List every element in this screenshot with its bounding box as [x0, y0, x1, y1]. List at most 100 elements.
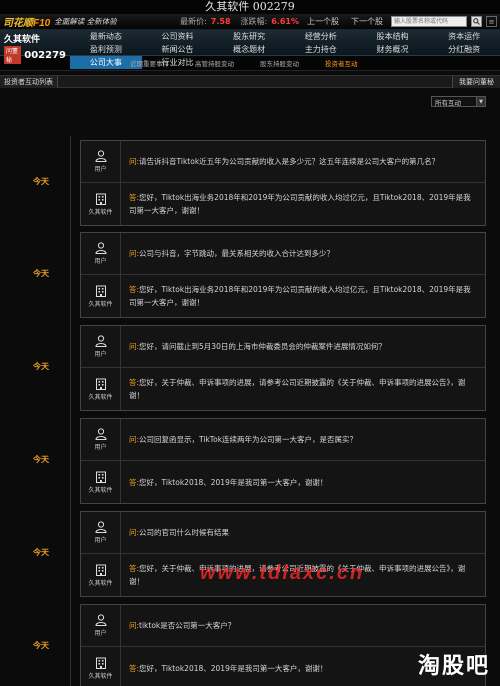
nav-dividends[interactable]: 分红融资 [428, 43, 500, 56]
qa-item: 用户 问:您好，请问截止到5月30日的上海市仲裁委员会的仲裁案件进展情况如何？ … [80, 325, 486, 411]
subnav-recent-events[interactable]: 近期重要事件 [130, 58, 169, 68]
subnav-executive-holdings[interactable]: 高管持股变动 [195, 58, 234, 68]
nav-news[interactable]: 新闻公告 [142, 43, 214, 56]
item-date: 今天 [33, 177, 49, 186]
nav-earnings-forecast[interactable]: 盈利预测 [70, 43, 142, 56]
subnav-shareholder-holdings[interactable]: 股东持股变动 [260, 58, 299, 68]
quote-area: 最新价: 7.58 涨跌幅: 6.61% 上一个股 下一个股 ≡ [180, 16, 497, 27]
questioner: 用户 [81, 233, 121, 274]
stock-nav-row: 久其软件 问董秘 002279 最新动态 公司资料 股东研究 经营分析 股本结构… [0, 30, 500, 69]
chevron-down-icon: ▼ [476, 97, 485, 106]
nav-capital-structure[interactable]: 股本结构 [357, 30, 429, 43]
latest-price-label: 最新价: [180, 17, 207, 26]
interaction-filter-select[interactable]: 所有互动 ▼ [431, 96, 486, 107]
item-date: 今天 [33, 269, 49, 278]
search-icon [473, 18, 480, 25]
nav-financials[interactable]: 财务概况 [357, 43, 429, 56]
building-icon [95, 285, 106, 297]
building-icon [95, 378, 106, 390]
nav-institutional-holdings[interactable]: 主力持仓 [285, 43, 357, 56]
user-icon [94, 335, 107, 347]
answerer: 久其软件 [81, 461, 121, 503]
stock-code: 002279 [24, 49, 66, 61]
user-icon [94, 521, 107, 533]
nav-concepts[interactable]: 概念题材 [213, 43, 285, 56]
item-date: 今天 [33, 455, 49, 464]
answer-text: 答:您好，关于仲裁、申诉事项的进展，请参考公司近期披露的《关于仲裁、申诉事项的进… [129, 378, 466, 400]
answerer-role: 久其软件 [88, 393, 113, 401]
search-input[interactable] [391, 16, 467, 27]
building-icon [95, 657, 106, 669]
stock-name: 久其软件 [4, 35, 41, 45]
logo-text: 司花顺 [3, 18, 33, 29]
answerer-role: 久其软件 [88, 579, 113, 587]
qa-item: 用户 问:公司回复函显示，TikTok连续两年为公司第一大客户，是否属实？ 久其… [80, 418, 486, 504]
questioner: 用户 [81, 419, 121, 460]
answerer: 久其软件 [81, 275, 121, 317]
site-watermark: 淘股吧 [417, 654, 490, 679]
user-icon [94, 614, 107, 626]
answerer: 久其软件 [81, 554, 121, 596]
nav-operations[interactable]: 经营分析 [285, 30, 357, 43]
questioner-role: 用户 [94, 537, 107, 544]
main-nav: 最新动态 公司资料 股东研究 经营分析 股本结构 资本运作 盈利预测 新闻公告 … [70, 30, 500, 69]
change-label: 涨跌幅: [240, 17, 268, 26]
search-button[interactable] [471, 16, 482, 27]
question-text: 问:公司与抖音，字节跳动，最关系相关的收入合计达到多少？ [129, 249, 335, 258]
latest-price-value: 7.58 [210, 17, 231, 26]
question-text: 问:请告诉抖音Tiktok近五年为公司贡献的收入是多少元？这五年连续是公司大客户… [129, 157, 440, 166]
watermark: www.tdlaxc.cn [200, 562, 365, 584]
subnav-investor-interaction[interactable]: 投资者互动 [325, 58, 358, 68]
change-value: 6.61% [271, 17, 299, 26]
ask-secretary-button[interactable]: 我要问董秘 [452, 75, 500, 88]
questioner-role: 用户 [94, 351, 107, 358]
item-date: 今天 [33, 641, 49, 650]
questioner-role: 用户 [94, 630, 107, 637]
nav-company-profile[interactable]: 公司资料 [142, 30, 214, 43]
user-icon [94, 150, 107, 162]
answerer: 久其软件 [81, 368, 121, 410]
prev-stock-button[interactable]: 上一个股 [303, 16, 343, 27]
item-date: 今天 [33, 548, 49, 557]
qa-item: 用户 问:公司与抖音，字节跳动，最关系相关的收入合计达到多少？ 久其软件 答:您… [80, 232, 486, 318]
building-icon [95, 564, 106, 576]
questioner-role: 用户 [94, 444, 107, 451]
answerer-role: 久其软件 [88, 300, 113, 308]
questioner-role: 用户 [94, 258, 107, 265]
answerer: 久其软件 [81, 183, 121, 225]
qa-item: 用户 问:请告诉抖音Tiktok近五年为公司贡献的收入是多少元？这五年连续是公司… [80, 140, 486, 226]
item-date: 今天 [33, 362, 49, 371]
answer-text: 答:您好，Tiktok出海业务2018年和2019年为公司贡献的收入均过亿元，且… [129, 193, 471, 215]
logo[interactable]: 司花顺F10 [3, 14, 50, 29]
question-text: 问:公司回复函显示，TikTok连续两年为公司第一大客户，是否属实？ [129, 435, 358, 444]
window-title: 久其软件 002279 [0, 0, 500, 14]
next-stock-button[interactable]: 下一个股 [347, 16, 387, 27]
building-icon [95, 193, 106, 205]
questioner: 用户 [81, 326, 121, 367]
question-text: 问:您好，请问截止到5月30日的上海市仲裁委员会的仲裁案件进展情况如何？ [129, 342, 386, 351]
nav-shareholder-research[interactable]: 股东研究 [213, 30, 285, 43]
user-icon [94, 428, 107, 440]
timeline-line [70, 136, 71, 686]
answerer-role: 久其软件 [88, 208, 113, 216]
answer-text: 答:您好，Tiktok2018、2019年是我司第一大客户，谢谢！ [129, 477, 328, 487]
section-header: 投资者互动列表 我要问董秘 [0, 75, 500, 88]
slogan: 全面解读 全新体验 [54, 17, 117, 26]
logo-f10: F10 [33, 18, 51, 29]
questioner: 用户 [81, 605, 121, 646]
questioner-role: 用户 [94, 166, 107, 173]
nav-capital-operations[interactable]: 资本运作 [428, 30, 500, 43]
building-icon [95, 471, 106, 483]
questioner: 用户 [81, 141, 121, 182]
top-bar: 司花顺F10 全面解读 全新体验 最新价: 7.58 涨跌幅: 6.61% 上一… [0, 14, 500, 30]
menu-icon[interactable]: ≡ [486, 16, 497, 27]
nav-latest[interactable]: 最新动态 [70, 30, 142, 43]
answer-text: 答:您好，Tiktok出海业务2018年和2019年为公司贡献的收入均过亿元，且… [129, 285, 471, 307]
stock-info: 久其软件 问董秘 002279 [0, 30, 70, 64]
tab-interaction-list[interactable]: 投资者互动列表 [0, 75, 58, 88]
ask-secretary-badge[interactable]: 问董秘 [4, 46, 22, 64]
questioner: 用户 [81, 512, 121, 553]
answerer-role: 久其软件 [88, 672, 113, 680]
question-text: 问:公司的官司什么时候有结果 [129, 528, 230, 537]
user-icon [94, 242, 107, 254]
